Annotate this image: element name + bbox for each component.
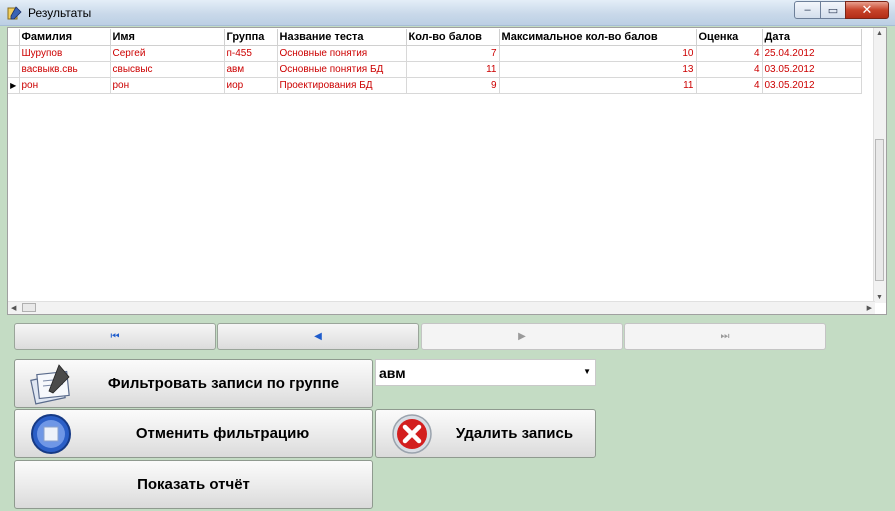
cell-grade[interactable]: 4 <box>696 45 763 62</box>
cell-firstname[interactable]: рон <box>110 77 225 94</box>
cell-date[interactable]: 25.04.2012 <box>762 45 862 62</box>
cell-group[interactable]: авм <box>224 61 278 78</box>
minimize-button[interactable]: ‒ <box>794 1 821 19</box>
cell-max-score[interactable]: 11 <box>499 77 697 94</box>
show-report-button[interactable]: Показать отчёт <box>14 460 373 509</box>
cancel-filter-icon <box>31 413 71 454</box>
cell-grade[interactable]: 4 <box>696 61 763 78</box>
nav-last-button[interactable]: ⏭ <box>624 323 826 350</box>
column-header-score[interactable]: Кол-во балов <box>406 29 500 46</box>
cell-test-name[interactable]: Проектирования БД <box>277 77 407 94</box>
cell-max-score[interactable]: 13 <box>499 61 697 78</box>
cancel-filter-button[interactable]: Отменить фильтрацию <box>14 409 373 458</box>
title-bar: Результаты ‒ ▭ ✕ <box>0 0 895 26</box>
cell-test-name[interactable]: Основные понятия БД <box>277 61 407 78</box>
first-record-icon: ⏮ <box>110 331 120 342</box>
column-header-grade[interactable]: Оценка <box>696 29 763 46</box>
group-select[interactable]: авм ▼ <box>375 359 596 386</box>
close-button[interactable]: ✕ <box>845 1 889 19</box>
cancel-filter-button-label: Отменить фильтрацию <box>135 425 310 442</box>
minimize-icon: ‒ <box>804 4 811 16</box>
cell-lastname[interactable]: рон <box>19 77 111 94</box>
current-row-indicator-icon: ▶ <box>8 77 20 94</box>
table-row[interactable]: васвыкв.свь свысвыс авм Основные понятия… <box>8 61 862 78</box>
nav-first-button[interactable]: ⏮ <box>14 323 216 350</box>
row-indicator <box>8 61 20 78</box>
column-header-max-score[interactable]: Максимальное кол-во балов <box>499 29 697 46</box>
cell-firstname[interactable]: свысвыс <box>110 61 225 78</box>
filter-button-label: Фильтровать записи по группе <box>107 375 340 392</box>
row-indicator <box>8 45 20 62</box>
nav-next-button[interactable]: ▶ <box>421 323 623 350</box>
horizontal-scroll-thumb[interactable] <box>22 303 36 312</box>
cell-lastname[interactable]: васвыкв.свь <box>19 61 111 78</box>
cell-max-score[interactable]: 10 <box>499 45 697 62</box>
results-window: Результаты ‒ ▭ ✕ Фамилия Имя Группа Назв… <box>0 0 895 511</box>
last-record-icon: ⏭ <box>720 331 730 342</box>
scroll-down-icon[interactable]: ▼ <box>876 294 883 301</box>
delete-icon <box>392 413 432 454</box>
cell-test-name[interactable]: Основные понятия <box>277 45 407 62</box>
maximize-button[interactable]: ▭ <box>820 1 846 19</box>
table-header-row: Фамилия Имя Группа Название теста Кол-во… <box>8 29 862 46</box>
report-button-label: Показать отчёт <box>137 476 250 493</box>
cell-date[interactable]: 03.05.2012 <box>762 61 862 78</box>
delete-button-label: Удалить запись <box>455 425 574 442</box>
indicator-header <box>8 29 20 46</box>
scroll-up-icon[interactable]: ▲ <box>876 30 883 37</box>
column-header-lastname[interactable]: Фамилия <box>19 29 111 46</box>
group-select-value: авм <box>379 365 406 381</box>
app-icon <box>7 6 22 20</box>
cell-group[interactable]: иор <box>224 77 278 94</box>
column-header-group[interactable]: Группа <box>224 29 278 46</box>
column-header-firstname[interactable]: Имя <box>110 29 225 46</box>
cell-group[interactable]: п-455 <box>224 45 278 62</box>
cell-grade[interactable]: 4 <box>696 77 763 94</box>
cell-score[interactable]: 11 <box>406 61 500 78</box>
nav-prior-button[interactable]: ◀ <box>217 323 419 350</box>
vertical-scrollbar[interactable]: ▲ ▼ <box>873 28 886 303</box>
close-icon: ✕ <box>861 2 873 17</box>
window-title: Результаты <box>28 6 92 20</box>
scroll-right-icon[interactable]: ▶ <box>867 304 872 312</box>
delete-record-button[interactable]: Удалить запись <box>375 409 596 458</box>
cell-firstname[interactable]: Сергей <box>110 45 225 62</box>
scroll-left-icon[interactable]: ◀ <box>11 304 16 312</box>
table-row-selected[interactable]: ▶ рон рон иор Проектирования БД 9 11 4 0… <box>8 77 862 94</box>
cell-lastname[interactable]: Шурупов <box>19 45 111 62</box>
dropdown-arrow-icon[interactable]: ▼ <box>583 367 591 376</box>
results-table: Фамилия Имя Группа Название теста Кол-во… <box>8 29 862 94</box>
table-row[interactable]: Шурупов Сергей п-455 Основные понятия 7 … <box>8 45 862 62</box>
next-record-icon: ▶ <box>518 331 526 342</box>
vertical-scroll-thumb[interactable] <box>875 139 884 281</box>
prior-record-icon: ◀ <box>314 331 322 342</box>
horizontal-scrollbar[interactable]: ◀ ▶ <box>8 301 875 314</box>
column-header-test-name[interactable]: Название теста <box>277 29 407 46</box>
column-header-date[interactable]: Дата <box>762 29 862 46</box>
filter-document-icon <box>30 363 70 405</box>
maximize-icon: ▭ <box>827 4 839 17</box>
cell-score[interactable]: 9 <box>406 77 500 94</box>
results-grid[interactable]: Фамилия Имя Группа Название теста Кол-во… <box>7 27 887 315</box>
filter-by-group-button[interactable]: Фильтровать записи по группе <box>14 359 373 408</box>
cell-score[interactable]: 7 <box>406 45 500 62</box>
cell-date[interactable]: 03.05.2012 <box>762 77 862 94</box>
